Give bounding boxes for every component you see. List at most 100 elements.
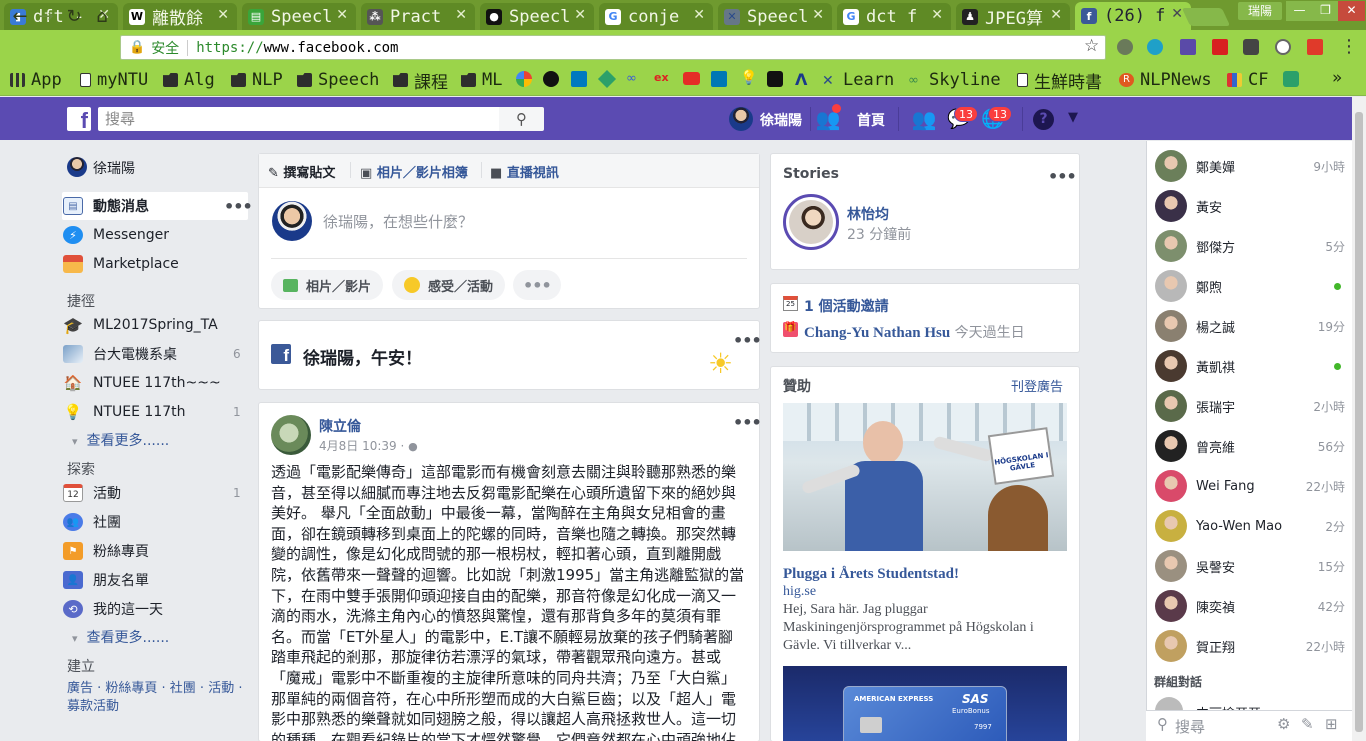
url-text[interactable]: https://www.facebook.com	[196, 40, 398, 56]
forward-icon[interactable]: →	[34, 5, 58, 29]
browser-tab[interactable]: Gdct f ✕	[837, 3, 951, 30]
sidebar-item-events[interactable]: 12 活動 1	[63, 480, 241, 506]
bookmark-link-icon[interactable]: ∞	[626, 71, 644, 87]
chat-settings-icon[interactable]: ⚙	[1277, 715, 1290, 733]
profile-avatar[interactable]	[729, 107, 753, 131]
maximize-button[interactable]: ❐	[1312, 1, 1339, 21]
sidebar-item-news-feed[interactable]: ▤ 動態消息	[63, 193, 149, 219]
close-tab-icon[interactable]: ✕	[693, 7, 705, 23]
close-tab-icon[interactable]: ✕	[931, 7, 943, 23]
tab-write-post[interactable]: ✎ 撰寫貼文	[268, 162, 335, 181]
post-author-avatar[interactable]	[271, 415, 311, 455]
extension-icon[interactable]	[1180, 39, 1196, 55]
chat-contact[interactable]: 鄭煦	[1155, 268, 1345, 304]
bookmark-nlp[interactable]: NLP	[231, 69, 283, 91]
browser-tab[interactable]: f (26) f ✕	[1075, 2, 1191, 30]
scrollbar-thumb[interactable]	[1355, 112, 1363, 732]
bookmark-ml[interactable]: ML	[461, 69, 502, 91]
home-icon[interactable]: ⌂	[90, 5, 114, 29]
post-timestamp[interactable]: 4月8日 10:39 · ●	[319, 437, 418, 454]
see-more-shortcuts-link[interactable]: 查看更多......	[72, 430, 170, 450]
bookmark-ex-icon[interactable]: ex	[654, 71, 672, 87]
bookmark-alg[interactable]: Alg	[163, 69, 215, 91]
chat-options-icon[interactable]: ⊞	[1325, 715, 1338, 733]
menu-icon[interactable]: ⋮	[1340, 36, 1358, 57]
new-tab-button[interactable]	[1181, 8, 1231, 26]
minimize-button[interactable]: —	[1286, 1, 1313, 21]
sidebar-item-groups[interactable]: 👥 社團	[63, 509, 121, 535]
address-bar[interactable]: 🔒 安全 https://www.facebook.com	[120, 35, 1106, 60]
account-menu-arrow-icon[interactable]: ▼	[1068, 110, 1078, 125]
bookmark-trello-icon[interactable]	[571, 71, 587, 87]
ad-image[interactable]: HÖGSKOLAN I GÄVLE	[783, 403, 1067, 551]
close-tab-icon[interactable]: ✕	[217, 7, 229, 23]
tab-photo-album[interactable]: ▣ 相片／影片相簿	[360, 162, 468, 181]
bookmark-github-icon[interactable]	[543, 71, 559, 87]
sidebar-item-shortcut[interactable]: 台大電機系桌 6	[63, 341, 241, 367]
extension-icon[interactable]	[1117, 39, 1133, 55]
chat-contact[interactable]: 曾亮維 56分	[1155, 428, 1345, 464]
bookmark-a-icon[interactable]: Ʌ	[795, 70, 807, 89]
more-options-button[interactable]: •••	[513, 270, 561, 300]
sidebar-item-pages[interactable]: ⚑ 粉絲專頁	[63, 538, 149, 564]
story-author-link[interactable]: 林怡均	[847, 204, 889, 224]
close-tab-icon[interactable]: ✕	[336, 7, 348, 23]
ad-domain[interactable]: hig.se	[783, 584, 816, 600]
profile-link[interactable]: 徐瑞陽	[93, 158, 135, 178]
bookmark-youtube-icon[interactable]	[683, 72, 700, 85]
birthday-row[interactable]: Chang-Yu Nathan Hsu 今天過生日	[804, 322, 1025, 342]
tab-live-video[interactable]: ■ 直播視訊	[490, 162, 559, 181]
bookmark-linkedin-icon[interactable]	[711, 71, 727, 87]
chat-contact[interactable]: 鄧傑方 5分	[1155, 228, 1345, 264]
bookmark-apps[interactable]: App	[10, 69, 62, 91]
sidebar-item-memories[interactable]: ⟲ 我的這一天	[63, 596, 163, 622]
close-tab-icon[interactable]: ✕	[574, 7, 586, 23]
bookmark-speech[interactable]: Speech	[297, 69, 379, 91]
chat-contact[interactable]: 吳謦安 15分	[1155, 548, 1345, 584]
browser-tab[interactable]: ⁂ Pract ✕	[361, 3, 475, 30]
browser-tab[interactable]: W 離散餘 ✕	[123, 3, 237, 30]
facebook-logo-icon[interactable]: f	[67, 107, 91, 131]
create-fundraiser-link[interactable]: 募款活動	[67, 695, 119, 714]
feeling-activity-button[interactable]: 感受／活動	[392, 270, 506, 300]
sidebar-item-shortcut[interactable]: 🎓 ML2017Spring_TA	[63, 312, 218, 338]
post-author-link[interactable]: 陳立倫	[319, 416, 361, 436]
profile-avatar[interactable]	[67, 157, 87, 177]
sidebar-item-friend-lists[interactable]: 👤 朋友名單	[63, 567, 149, 593]
browser-tab[interactable]: Gconje ✕	[599, 3, 713, 30]
chat-contact[interactable]: 陳奕禎 42分	[1155, 588, 1345, 624]
profile-name-link[interactable]: 徐瑞陽	[760, 110, 802, 130]
stories-options-icon[interactable]: •••	[1048, 167, 1077, 186]
bookmark-evernote-icon[interactable]	[1283, 71, 1299, 87]
chat-contact[interactable]: 楊之誠 19分	[1155, 308, 1345, 344]
chat-contact[interactable]: Wei Fang 22小時	[1155, 468, 1345, 504]
close-tab-icon[interactable]: ✕	[455, 7, 467, 23]
post-options-icon[interactable]: •••	[733, 413, 762, 432]
profile-button[interactable]: 瑞陽	[1238, 2, 1282, 20]
extension-icon[interactable]	[1212, 39, 1228, 55]
see-more-explore-link[interactable]: 查看更多......	[72, 627, 170, 647]
new-message-icon[interactable]: ✎	[1301, 715, 1314, 733]
back-icon[interactable]: ←	[8, 5, 32, 29]
bookmark-nlpnews[interactable]: R NLPNews	[1119, 69, 1212, 91]
bookmark-myntu[interactable]: myNTU	[80, 69, 148, 91]
bookmark-bulb-icon[interactable]: 💡	[740, 70, 757, 87]
chat-contact[interactable]: 黃凱祺	[1155, 348, 1345, 384]
composer-input[interactable]: 徐瑞陽，在想些什麼？	[323, 211, 473, 232]
close-tab-icon[interactable]: ✕	[1171, 6, 1183, 22]
browser-tab[interactable]: ♟ JPEG算 ✕	[956, 3, 1070, 30]
clock-icon[interactable]	[1275, 39, 1291, 55]
bookmark-fresh[interactable]: 生鮮時書	[1017, 69, 1102, 93]
ad-title-link[interactable]: Plugga i Årets Studentstad!	[783, 566, 959, 583]
extension-icon[interactable]	[1307, 39, 1323, 55]
sidebar-item-shortcut[interactable]: 💡 NTUEE 117th 1	[63, 399, 241, 425]
close-window-button[interactable]: ✕	[1338, 1, 1365, 21]
ad-image-2[interactable]: AMERICAN EXPRESS SAS EuroBonus 7997	[783, 666, 1067, 741]
photo-video-button[interactable]: 相片／影片	[271, 270, 384, 300]
sidebar-item-shortcut[interactable]: 🏠 NTUEE 117th~~~	[63, 370, 221, 396]
chat-contact[interactable]: 黃安	[1155, 188, 1345, 224]
browser-tab[interactable]: ● Speecl ✕	[480, 3, 594, 30]
create-links[interactable]: 廣告 · 粉絲專頁 · 社團 · 活動 ·	[67, 677, 242, 696]
bookmark-skyline[interactable]: ∞ Skyline	[908, 69, 1001, 91]
star-icon[interactable]: ☆	[1084, 36, 1099, 56]
